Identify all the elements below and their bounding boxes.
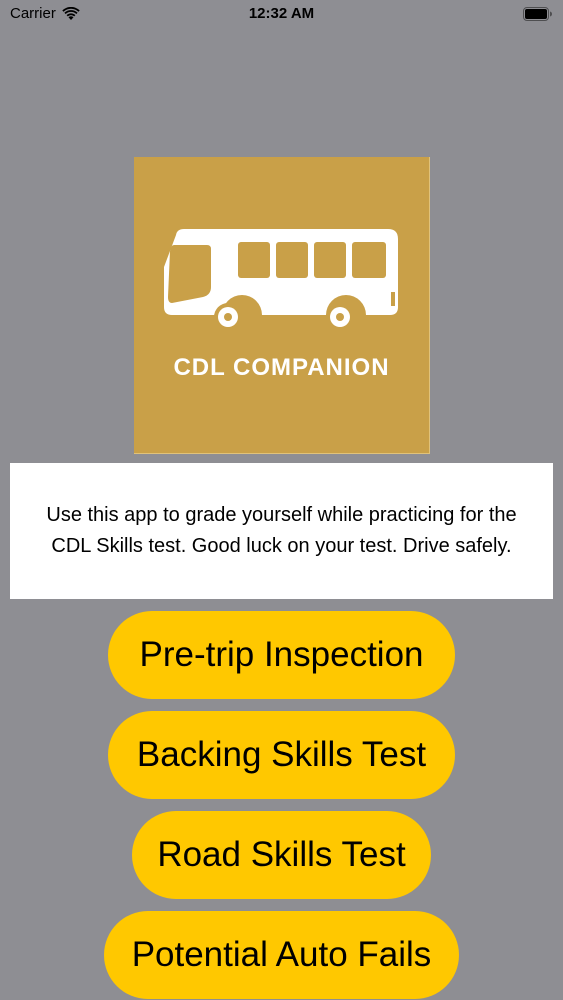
battery-icon — [523, 7, 553, 26]
status-bar: Carrier 12:32 AM — [0, 0, 563, 30]
pre-trip-inspection-button[interactable]: Pre-trip Inspection — [108, 611, 455, 699]
info-text: Use this app to grade yourself while pra… — [46, 504, 517, 557]
clock: 12:32 AM — [248, 5, 315, 22]
backing-skills-test-button[interactable]: Backing Skills Test — [108, 711, 455, 799]
potential-auto-fails-button[interactable]: Potential Auto Fails — [104, 911, 459, 999]
road-skills-test-button[interactable]: Road Skills Test — [132, 811, 431, 899]
info-box: Use this app to grade yourself while pra… — [10, 463, 553, 599]
logo-text: CDL COMPANION — [173, 354, 390, 381]
bus-icon — [164, 229, 398, 331]
app-logo: CDL COMPANION — [134, 157, 430, 454]
